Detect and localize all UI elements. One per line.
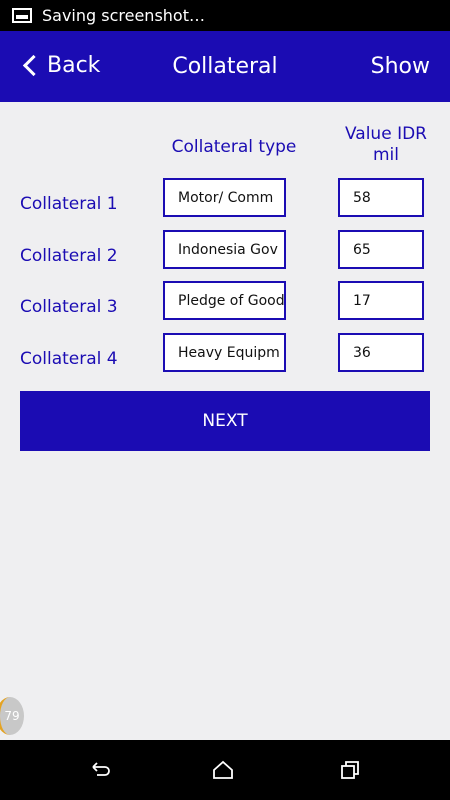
- recents-icon[interactable]: [338, 758, 362, 782]
- collateral-2-label: Collateral 2: [20, 246, 118, 266]
- status-bar: Saving screenshot…: [0, 0, 450, 31]
- navigation-bar: [0, 740, 450, 800]
- value-header: Value IDR mil: [344, 124, 427, 165]
- collateral-1-type-field[interactable]: Motor/ Comm: [163, 178, 286, 217]
- collateral-4-type-field[interactable]: Heavy Equipm: [163, 333, 286, 372]
- app-bar: Back Collateral Show: [0, 31, 450, 102]
- next-button[interactable]: NEXT: [20, 391, 430, 451]
- show-button[interactable]: Show: [371, 54, 430, 79]
- collateral-3-value-field[interactable]: 17: [338, 281, 424, 320]
- collateral-type-header: Collateral type: [171, 137, 297, 157]
- collateral-1-value-field[interactable]: 58: [338, 178, 424, 217]
- collateral-2-value-field[interactable]: 65: [338, 230, 424, 269]
- floating-badge[interactable]: 79: [0, 697, 24, 735]
- collateral-3-type-field[interactable]: Pledge of Good: [163, 281, 286, 320]
- collateral-4-label: Collateral 4: [20, 349, 118, 369]
- collateral-3-label: Collateral 3: [20, 297, 118, 317]
- collateral-4-value-field[interactable]: 36: [338, 333, 424, 372]
- collateral-2-type-field[interactable]: Indonesia Gov: [163, 230, 286, 269]
- back-icon[interactable]: [89, 758, 113, 782]
- status-text: Saving screenshot…: [42, 6, 205, 25]
- collateral-1-label: Collateral 1: [20, 194, 118, 214]
- home-icon[interactable]: [211, 758, 235, 782]
- image-icon: [12, 8, 32, 23]
